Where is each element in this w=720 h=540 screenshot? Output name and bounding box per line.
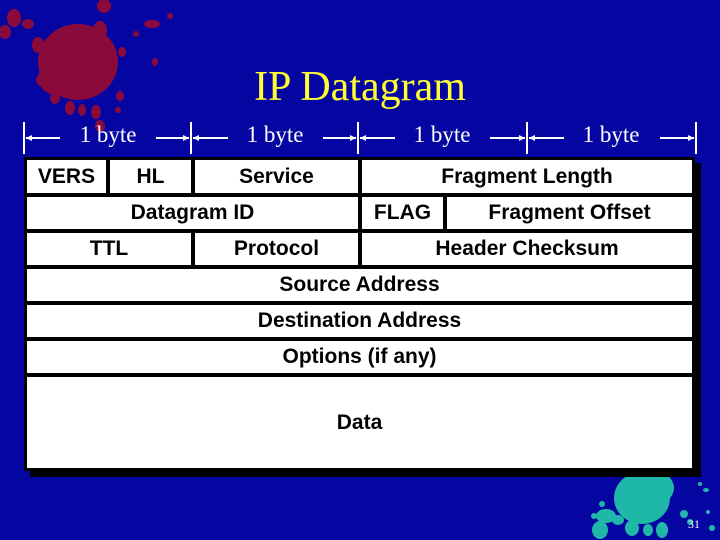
- field-data: Data: [336, 410, 383, 434]
- field-datagram-id: Datagram ID: [130, 201, 255, 224]
- field-flag: FLAG: [373, 201, 432, 224]
- field-vers: VERS: [37, 164, 96, 188]
- ip-datagram-table: VERS HL Service Fragment Length Datagram…: [24, 157, 695, 471]
- field-header-checksum: Header Checksum: [435, 237, 619, 260]
- field-hl: HL: [136, 164, 165, 188]
- field-service: Service: [239, 164, 314, 188]
- field-fragment-length: Fragment Length: [441, 164, 613, 188]
- byte-label: 1 byte: [413, 122, 471, 147]
- field-protocol: Protocol: [233, 237, 320, 260]
- byte-label: 1 byte: [79, 122, 137, 147]
- slide: IP Datagram 1 byte 1 byte 1 byte 1 byte …: [0, 0, 720, 540]
- field-source-address: Source Address: [279, 273, 440, 296]
- field-ttl: TTL: [89, 237, 129, 260]
- byte-label: 1 byte: [582, 122, 640, 147]
- field-fragment-offset: Fragment Offset: [488, 201, 651, 224]
- page-number: 31: [688, 517, 700, 531]
- paint-splat-decoration: [591, 472, 715, 539]
- byte-label: 1 byte: [246, 122, 304, 147]
- field-destination-address: Destination Address: [257, 309, 462, 332]
- slide-title: IP Datagram: [254, 64, 466, 110]
- field-options: Options (if any): [282, 345, 437, 368]
